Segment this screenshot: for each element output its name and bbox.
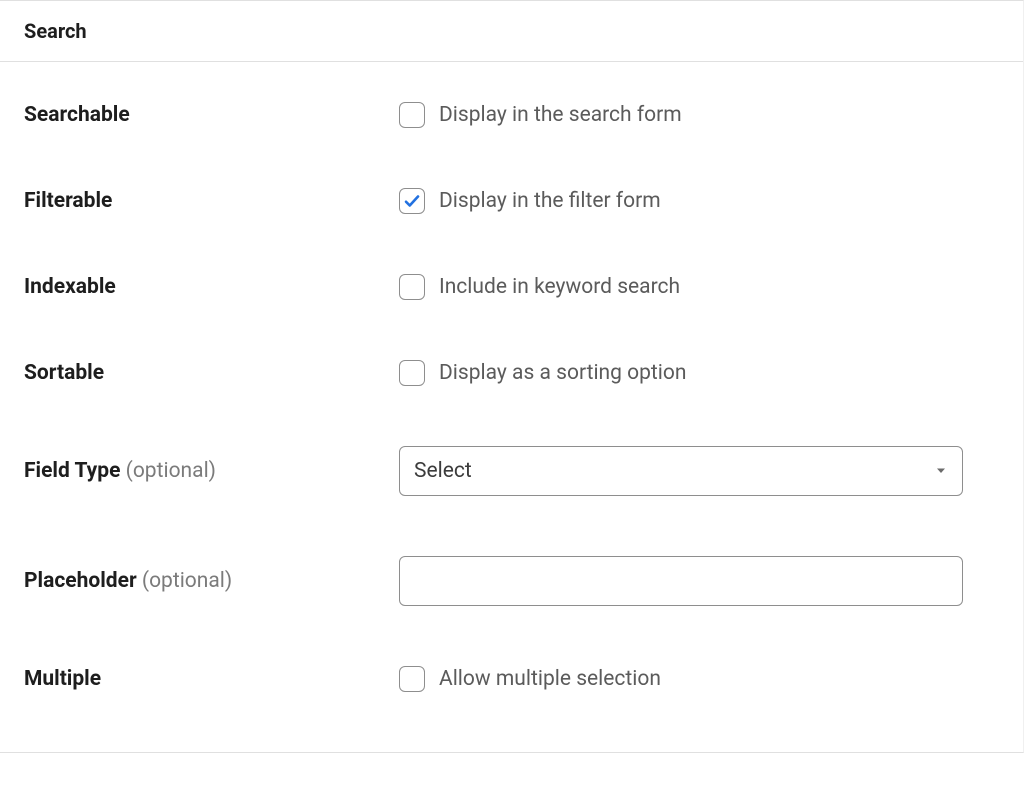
fieldtype-optional: (optional) <box>126 459 216 483</box>
fieldtype-select[interactable]: Select <box>399 446 963 496</box>
panel-body: Searchable Display in the search form Fi… <box>0 62 1023 752</box>
row-fieldtype: Field Type (optional) Select <box>24 416 999 526</box>
filterable-checkbox[interactable] <box>399 188 425 214</box>
searchable-desc: Display in the search form <box>439 103 682 127</box>
searchable-label: Searchable <box>24 103 399 127</box>
filterable-desc: Display in the filter form <box>439 189 661 213</box>
check-icon <box>403 192 421 210</box>
row-filterable: Filterable Display in the filter form <box>24 158 999 244</box>
row-placeholder: Placeholder (optional) <box>24 526 999 636</box>
indexable-desc: Include in keyword search <box>439 275 680 299</box>
row-sortable: Sortable Display as a sorting option <box>24 330 999 416</box>
searchable-checkbox[interactable] <box>399 102 425 128</box>
panel-title: Search <box>0 1 1023 62</box>
fieldtype-label: Field Type (optional) <box>24 459 399 483</box>
multiple-checkbox[interactable] <box>399 666 425 692</box>
multiple-label: Multiple <box>24 667 399 691</box>
row-indexable: Indexable Include in keyword search <box>24 244 999 330</box>
indexable-label: Indexable <box>24 275 399 299</box>
placeholder-input[interactable] <box>399 556 963 606</box>
sortable-desc: Display as a sorting option <box>439 361 686 385</box>
indexable-checkbox[interactable] <box>399 274 425 300</box>
placeholder-optional: (optional) <box>142 569 232 593</box>
filterable-label: Filterable <box>24 189 399 213</box>
row-searchable: Searchable Display in the search form <box>24 72 999 158</box>
search-panel: Search Searchable Display in the search … <box>0 0 1024 753</box>
sortable-checkbox[interactable] <box>399 360 425 386</box>
sortable-label: Sortable <box>24 361 399 385</box>
row-multiple: Multiple Allow multiple selection <box>24 636 999 722</box>
multiple-desc: Allow multiple selection <box>439 667 661 691</box>
placeholder-label: Placeholder (optional) <box>24 569 399 593</box>
